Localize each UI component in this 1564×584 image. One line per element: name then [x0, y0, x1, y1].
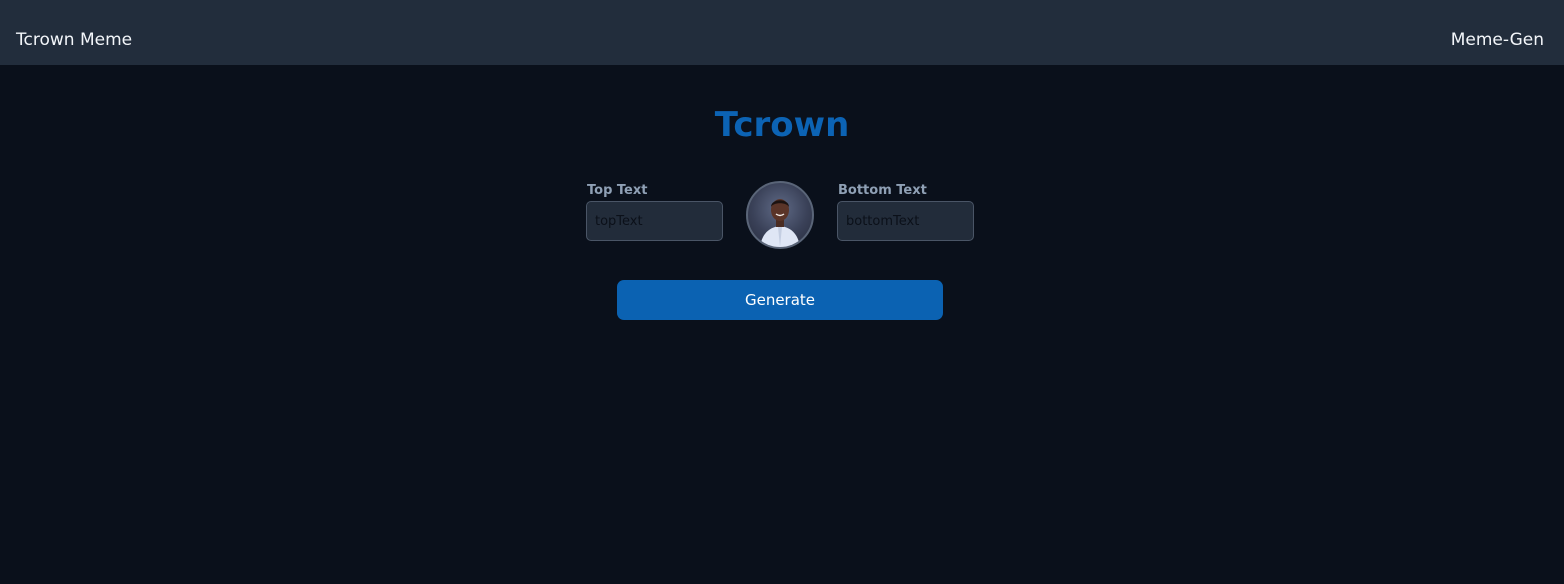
bottom-text-input[interactable]	[837, 201, 974, 241]
bottom-text-label: Bottom Text	[838, 183, 927, 198]
top-text-input[interactable]	[586, 201, 723, 241]
brand-link[interactable]: Tcrown Meme	[16, 29, 132, 51]
page-title: Tcrown	[714, 105, 850, 145]
generate-button[interactable]: Generate	[617, 280, 943, 320]
nav-link-meme-gen[interactable]: Meme-Gen	[1451, 29, 1544, 51]
navbar: Tcrown Meme Meme-Gen	[0, 0, 1564, 65]
avatar	[746, 181, 814, 249]
top-text-label: Top Text	[587, 183, 648, 198]
person-photo-icon	[760, 199, 800, 247]
